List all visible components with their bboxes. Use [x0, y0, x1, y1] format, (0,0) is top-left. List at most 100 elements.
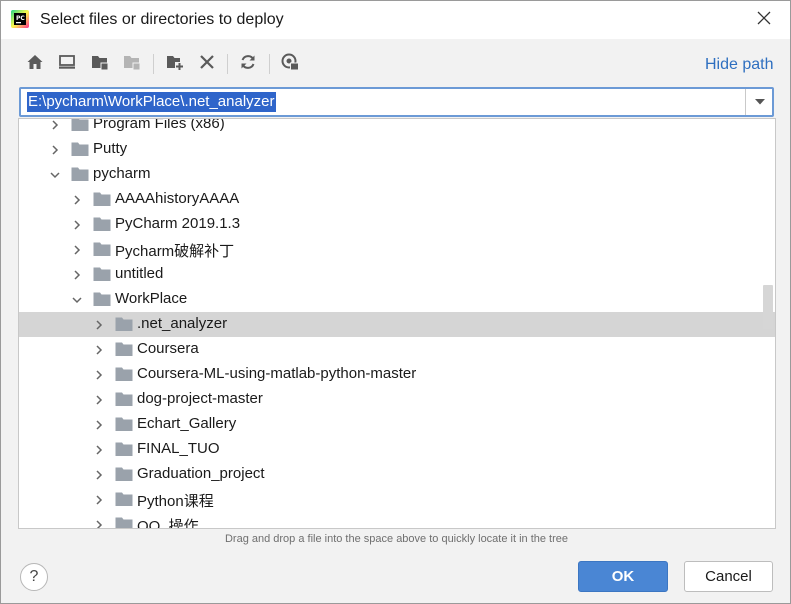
svg-text:PC: PC — [16, 15, 25, 22]
tree-row[interactable]: QQ_操作 — [19, 512, 775, 529]
new-folder-button[interactable] — [163, 52, 187, 76]
tree-row[interactable]: PyCharm 2019.1.3 — [19, 212, 775, 237]
tree-row-label: QQ_操作 — [137, 518, 199, 529]
chevron-right-icon[interactable] — [93, 318, 105, 330]
hide-path-link[interactable]: Hide path — [705, 56, 774, 74]
combo-separator — [745, 89, 746, 115]
new-folder-icon — [166, 53, 184, 76]
folder-icon — [115, 466, 133, 482]
deploy-dialog: PC Select files or directories to deploy — [0, 0, 791, 604]
tree-row-label: PyCharm 2019.1.3 — [115, 215, 241, 232]
path-history-dropdown[interactable] — [748, 89, 772, 115]
path-input[interactable] — [26, 92, 741, 112]
ok-button[interactable]: OK — [578, 561, 668, 592]
chevron-right-icon[interactable] — [71, 193, 83, 205]
tree-row-label: untitled — [115, 265, 164, 282]
title-bar: PC Select files or directories to deploy — [1, 1, 790, 39]
show-hidden-button[interactable] — [278, 52, 302, 76]
chevron-right-icon[interactable] — [93, 343, 105, 355]
close-icon — [757, 11, 771, 30]
tree-row[interactable]: pycharm — [19, 162, 775, 187]
folder-icon — [115, 391, 133, 407]
chevron-right-icon[interactable] — [93, 418, 105, 430]
folder-icon — [71, 141, 89, 157]
tree-row-label: .net_analyzer — [137, 315, 228, 332]
delete-icon — [198, 53, 216, 76]
toolbar-separator — [153, 54, 154, 74]
chevron-right-icon[interactable] — [93, 468, 105, 480]
tree-row-label: Graduation_project — [137, 465, 265, 482]
tree-row[interactable]: dog-project-master — [19, 387, 775, 412]
tree-row[interactable]: Python课程 — [19, 487, 775, 512]
chevron-right-icon[interactable] — [93, 393, 105, 405]
refresh-button[interactable] — [236, 52, 260, 76]
chevron-right-icon[interactable] — [71, 268, 83, 280]
chevron-right-icon[interactable] — [49, 143, 61, 155]
vertical-scrollbar[interactable] — [763, 285, 773, 329]
tree-row[interactable]: untitled — [19, 262, 775, 287]
chevron-right-icon[interactable] — [93, 493, 105, 505]
tree-row-label: Echart_Gallery — [137, 415, 237, 432]
tree-row-label: Pycharm破解补丁 — [115, 243, 235, 260]
folder-icon — [93, 216, 111, 232]
tree-row[interactable]: .net_analyzer — [19, 312, 775, 337]
tree-row[interactable]: WorkPlace — [19, 287, 775, 312]
tree-row-label: Python课程 — [137, 493, 214, 510]
refresh-icon — [239, 53, 257, 76]
folder-icon — [71, 119, 89, 132]
folder-icon — [93, 241, 111, 257]
desktop-button[interactable] — [55, 52, 79, 76]
show-hidden-icon — [280, 52, 300, 77]
tree-row[interactable]: Coursera — [19, 337, 775, 362]
tree-row-label: AAAAhistoryAAAA — [115, 190, 240, 207]
chevron-right-icon[interactable] — [93, 368, 105, 380]
tree-row[interactable]: Echart_Gallery — [19, 412, 775, 437]
chevron-down-icon — [754, 93, 766, 111]
module-folder-icon — [123, 53, 141, 76]
folder-icon — [115, 366, 133, 382]
close-button[interactable] — [741, 1, 787, 39]
tree-row[interactable]: AAAAhistoryAAAA — [19, 187, 775, 212]
folder-icon — [115, 491, 133, 507]
tree-row-label: dog-project-master — [137, 390, 263, 407]
folder-icon — [71, 166, 89, 182]
folder-icon — [115, 416, 133, 432]
chevron-right-icon[interactable] — [49, 119, 61, 130]
tree-row[interactable]: Program Files (x86) — [19, 119, 775, 137]
project-folder-icon — [91, 53, 109, 76]
toolbar: Hide path — [1, 39, 790, 89]
chevron-right-icon[interactable] — [93, 518, 105, 528]
drag-drop-hint: Drag and drop a file into the space abov… — [224, 533, 569, 545]
tree-row[interactable]: Pycharm破解补丁 — [19, 237, 775, 262]
toolbar-separator — [227, 54, 228, 74]
tree-row-label: pycharm — [93, 165, 151, 182]
chevron-right-icon[interactable] — [71, 243, 83, 255]
help-button[interactable]: ? — [20, 563, 48, 591]
tree-row-label: Coursera-ML-using-matlab-python-master — [137, 365, 417, 382]
delete-button[interactable] — [195, 52, 219, 76]
desktop-icon — [58, 53, 76, 76]
tree-row-label: Coursera — [137, 340, 199, 357]
module-folder-button[interactable] — [120, 52, 144, 76]
tree-row[interactable]: Graduation_project — [19, 462, 775, 487]
home-icon — [26, 53, 44, 76]
toolbar-separator — [269, 54, 270, 74]
tree-row[interactable]: FINAL_TUO — [19, 437, 775, 462]
chevron-down-icon[interactable] — [49, 168, 61, 180]
chevron-down-icon[interactable] — [71, 293, 83, 305]
project-folder-button[interactable] — [88, 52, 112, 76]
pycharm-icon: PC — [11, 10, 29, 28]
file-tree[interactable]: Program Files (x86) Putty pycharm AAAAhisto… — [18, 118, 776, 529]
folder-icon — [93, 191, 111, 207]
dialog-title: Select files or directories to deploy — [40, 11, 284, 28]
folder-icon — [115, 316, 133, 332]
chevron-right-icon[interactable] — [93, 443, 105, 455]
folder-icon — [115, 341, 133, 357]
cancel-button[interactable]: Cancel — [684, 561, 773, 592]
tree-row-label: FINAL_TUO — [137, 440, 220, 457]
tree-row[interactable]: Coursera-ML-using-matlab-python-master — [19, 362, 775, 387]
home-button[interactable] — [23, 52, 47, 76]
chevron-right-icon[interactable] — [71, 218, 83, 230]
tree-row[interactable]: Putty — [19, 137, 775, 162]
path-combobox[interactable]: E:\pycharm\WorkPlace\.net_analyzer — [19, 87, 774, 117]
